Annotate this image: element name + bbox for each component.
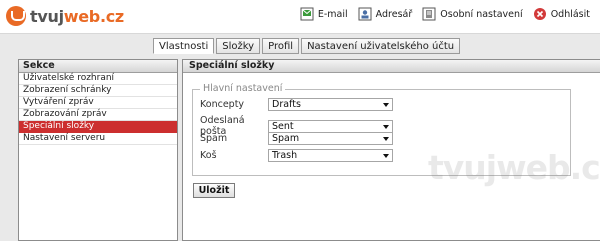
address-book-link-label: Adresář <box>375 8 413 20</box>
chevron-down-icon <box>383 154 389 158</box>
chevron-down-icon <box>383 124 389 129</box>
logo[interactable]: tvujweb.cz <box>6 5 124 27</box>
trash-select-value: Trash <box>272 150 298 161</box>
address-book-link[interactable]: Adresář <box>358 7 413 21</box>
tab-profil[interactable]: Profil <box>262 38 300 54</box>
top-bar: tvujweb.cz E-mail Adresář Osobní nastave… <box>0 0 600 33</box>
chevron-down-icon <box>383 103 389 107</box>
email-icon <box>300 7 314 21</box>
tab-bar: Vlastnosti Složky Profil Nastavení uživa… <box>153 38 461 54</box>
tab-account-settings[interactable]: Nastavení uživatelského účtu <box>301 38 461 54</box>
save-button[interactable]: Uložit <box>193 183 235 198</box>
trash-label: Koš <box>200 150 217 161</box>
spam-select[interactable]: Spam <box>268 132 393 145</box>
drafts-label: Koncepty <box>200 99 245 110</box>
sections-panel: Sekce Uživatelské rozhraní Zobrazení sch… <box>18 59 178 241</box>
section-item-message-display[interactable]: Zobrazování zpráv <box>19 109 177 121</box>
section-item-compose[interactable]: Vytváření zpráv <box>19 97 177 109</box>
sections-title: Sekce <box>19 60 177 73</box>
fieldset-legend: Hlavní nastavení <box>200 83 286 94</box>
section-item-user-interface[interactable]: Uživatelské rozhraní <box>19 73 177 85</box>
section-item-special-folders[interactable]: Speciální složky <box>19 121 177 133</box>
logout-link-label: Odhlásit <box>550 8 590 20</box>
section-item-mailbox-view[interactable]: Zobrazení schránky <box>19 85 177 97</box>
sent-select-value: Sent <box>272 120 294 132</box>
drafts-row: Koncepty Drafts <box>200 98 393 111</box>
personal-settings-icon <box>422 7 436 21</box>
spam-row: Spam Spam <box>200 132 393 145</box>
logo-icon <box>6 6 26 26</box>
sent-select[interactable]: Sent <box>268 119 393 133</box>
chevron-down-icon <box>383 137 389 141</box>
personal-settings-link[interactable]: Osobní nastavení <box>422 7 523 21</box>
trash-row: Koš Trash <box>200 149 393 162</box>
email-link-label: E-mail <box>317 8 348 20</box>
personal-settings-link-label: Osobní nastavení <box>440 8 523 20</box>
trash-select[interactable]: Trash <box>268 149 393 162</box>
logout-link[interactable]: Odhlásit <box>533 7 590 21</box>
spam-select-value: Spam <box>272 133 300 144</box>
tab-slozky[interactable]: Složky <box>216 38 261 54</box>
drafts-select[interactable]: Drafts <box>268 98 393 111</box>
drafts-select-value: Drafts <box>272 99 301 110</box>
settings-title: Speciální složky <box>183 60 600 73</box>
top-links: E-mail Adresář Osobní nastavení Odhlásit <box>300 7 590 21</box>
logo-text: tvujweb.cz <box>30 6 124 26</box>
address-book-icon <box>358 7 372 21</box>
watermark: tvujweb.cz <box>428 148 600 187</box>
spam-label: Spam <box>200 133 228 144</box>
tab-vlastnosti[interactable]: Vlastnosti <box>153 38 215 54</box>
email-link[interactable]: E-mail <box>300 7 348 21</box>
logout-icon <box>533 7 547 21</box>
section-item-server-settings[interactable]: Nastavení serveru <box>19 133 177 145</box>
